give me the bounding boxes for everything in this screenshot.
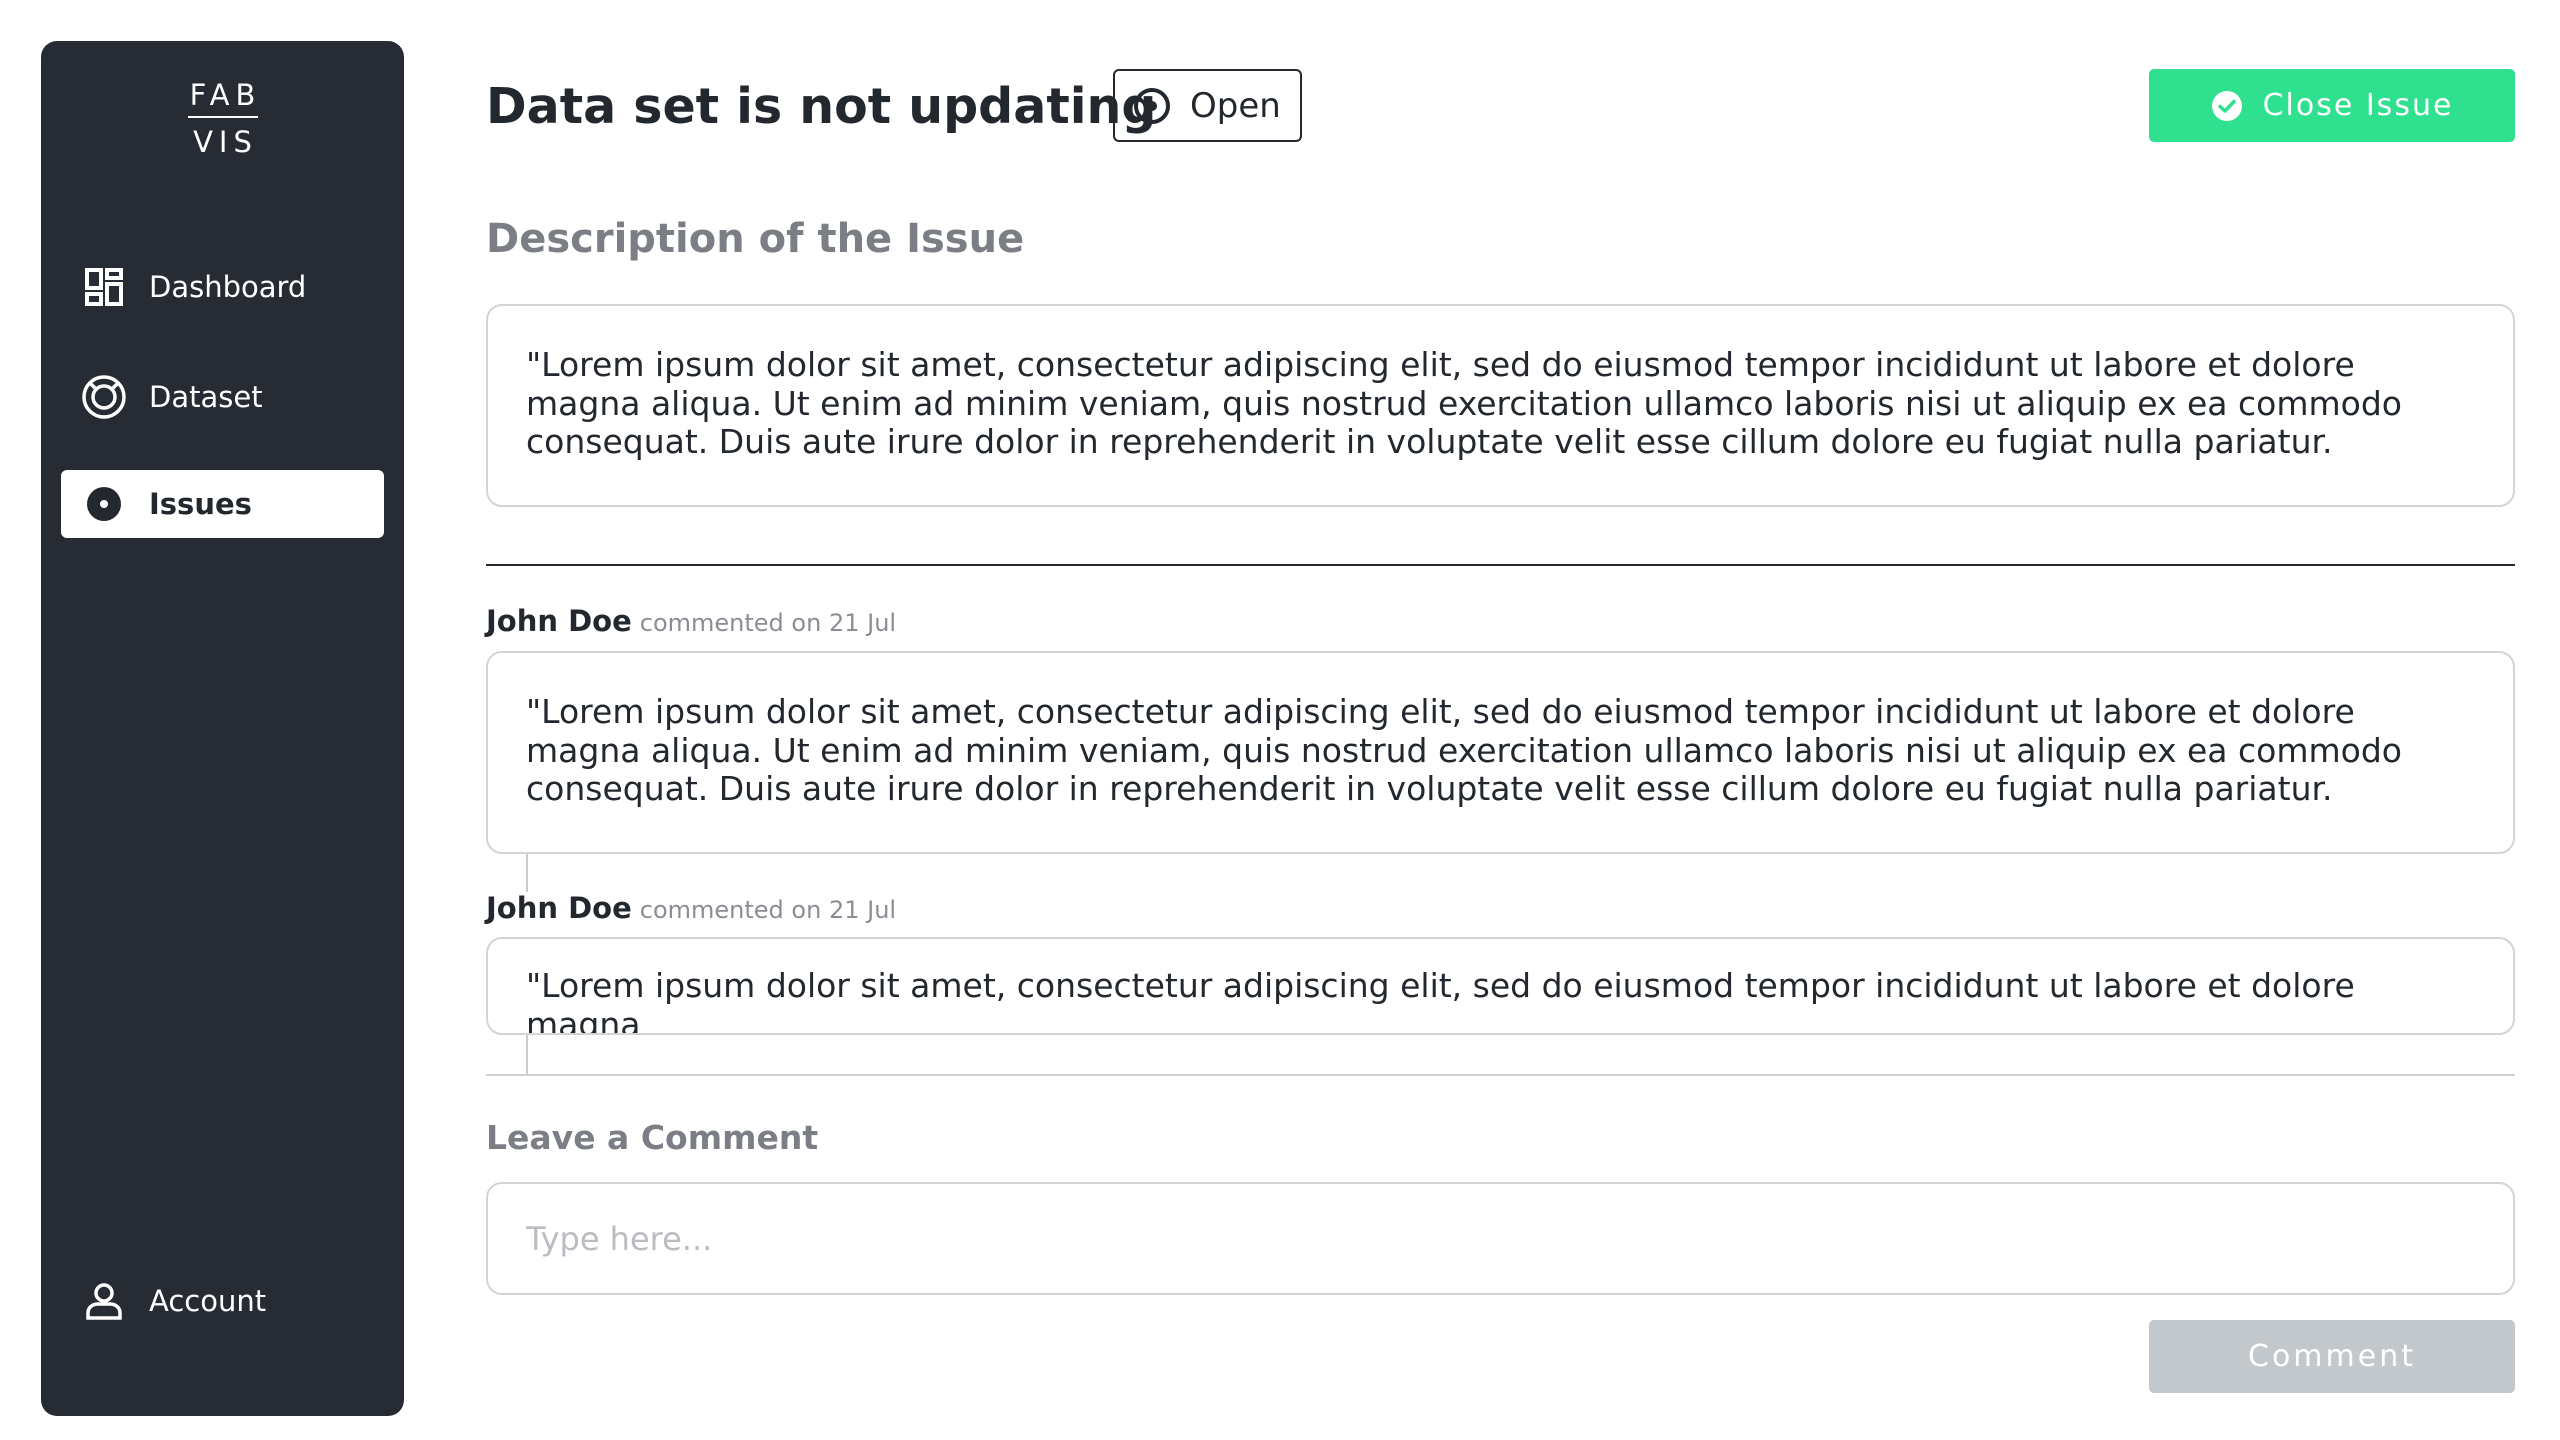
sidebar-item-dashboard[interactable]: Dashboard xyxy=(61,253,384,321)
comment-body: "Lorem ipsum dolor sit amet, consectetur… xyxy=(486,937,2515,1035)
logo-rule xyxy=(187,116,258,118)
issue-dot-icon xyxy=(81,481,127,527)
open-issue-icon xyxy=(1132,86,1172,126)
sidebar-item-label: Dataset xyxy=(149,380,263,414)
sidebar-item-label: Issues xyxy=(149,487,252,521)
app-root: FAB VIS Dashboard Dataset Issues Account… xyxy=(0,0,2560,1440)
comment-header: John Doe commented on 21 Jul xyxy=(486,603,896,644)
status-label: Open xyxy=(1190,85,1281,126)
dataset-icon xyxy=(81,374,127,420)
comment-submit-button[interactable]: Comment xyxy=(2149,1320,2515,1393)
close-issue-label: Close Issue xyxy=(2262,88,2454,123)
sidebar-item-label: Account xyxy=(149,1284,267,1318)
dashboard-icon xyxy=(81,264,127,310)
comment-input[interactable] xyxy=(486,1182,2515,1295)
sidebar-item-dataset[interactable]: Dataset xyxy=(61,363,384,431)
comment-body: "Lorem ipsum dolor sit amet, consectetur… xyxy=(486,651,2515,854)
comment-author[interactable]: John Doe xyxy=(486,891,632,925)
divider xyxy=(486,564,2515,566)
logo-bottom-text: VIS xyxy=(193,125,258,159)
comment-date: commented on 21 Jul xyxy=(639,609,897,637)
divider xyxy=(486,1074,2515,1076)
status-badge: Open xyxy=(1113,69,1302,142)
sidebar: FAB VIS Dashboard Dataset Issues Account xyxy=(41,41,404,1416)
user-icon xyxy=(81,1278,127,1324)
leave-comment-heading: Leave a Comment xyxy=(486,1118,819,1157)
comment-date: commented on 21 Jul xyxy=(639,896,897,924)
logo[interactable]: FAB VIS xyxy=(41,75,404,162)
sidebar-item-issues[interactable]: Issues xyxy=(61,470,384,538)
issue-description: "Lorem ipsum dolor sit amet, consectetur… xyxy=(486,304,2515,507)
thread-connector xyxy=(526,854,528,892)
page-title: Data set is not updating xyxy=(486,78,1157,135)
logo-top-text: FAB xyxy=(189,78,262,112)
comment-header: John Doe commented on 21 Jul xyxy=(486,890,896,931)
comment-author[interactable]: John Doe xyxy=(486,604,632,638)
close-issue-button[interactable]: Close Issue xyxy=(2149,69,2515,142)
check-circle-icon xyxy=(2211,90,2243,122)
description-heading: Description of the Issue xyxy=(486,216,1025,262)
sidebar-item-account[interactable]: Account xyxy=(61,1267,384,1335)
thread-connector xyxy=(526,1035,528,1075)
sidebar-item-label: Dashboard xyxy=(149,270,307,304)
